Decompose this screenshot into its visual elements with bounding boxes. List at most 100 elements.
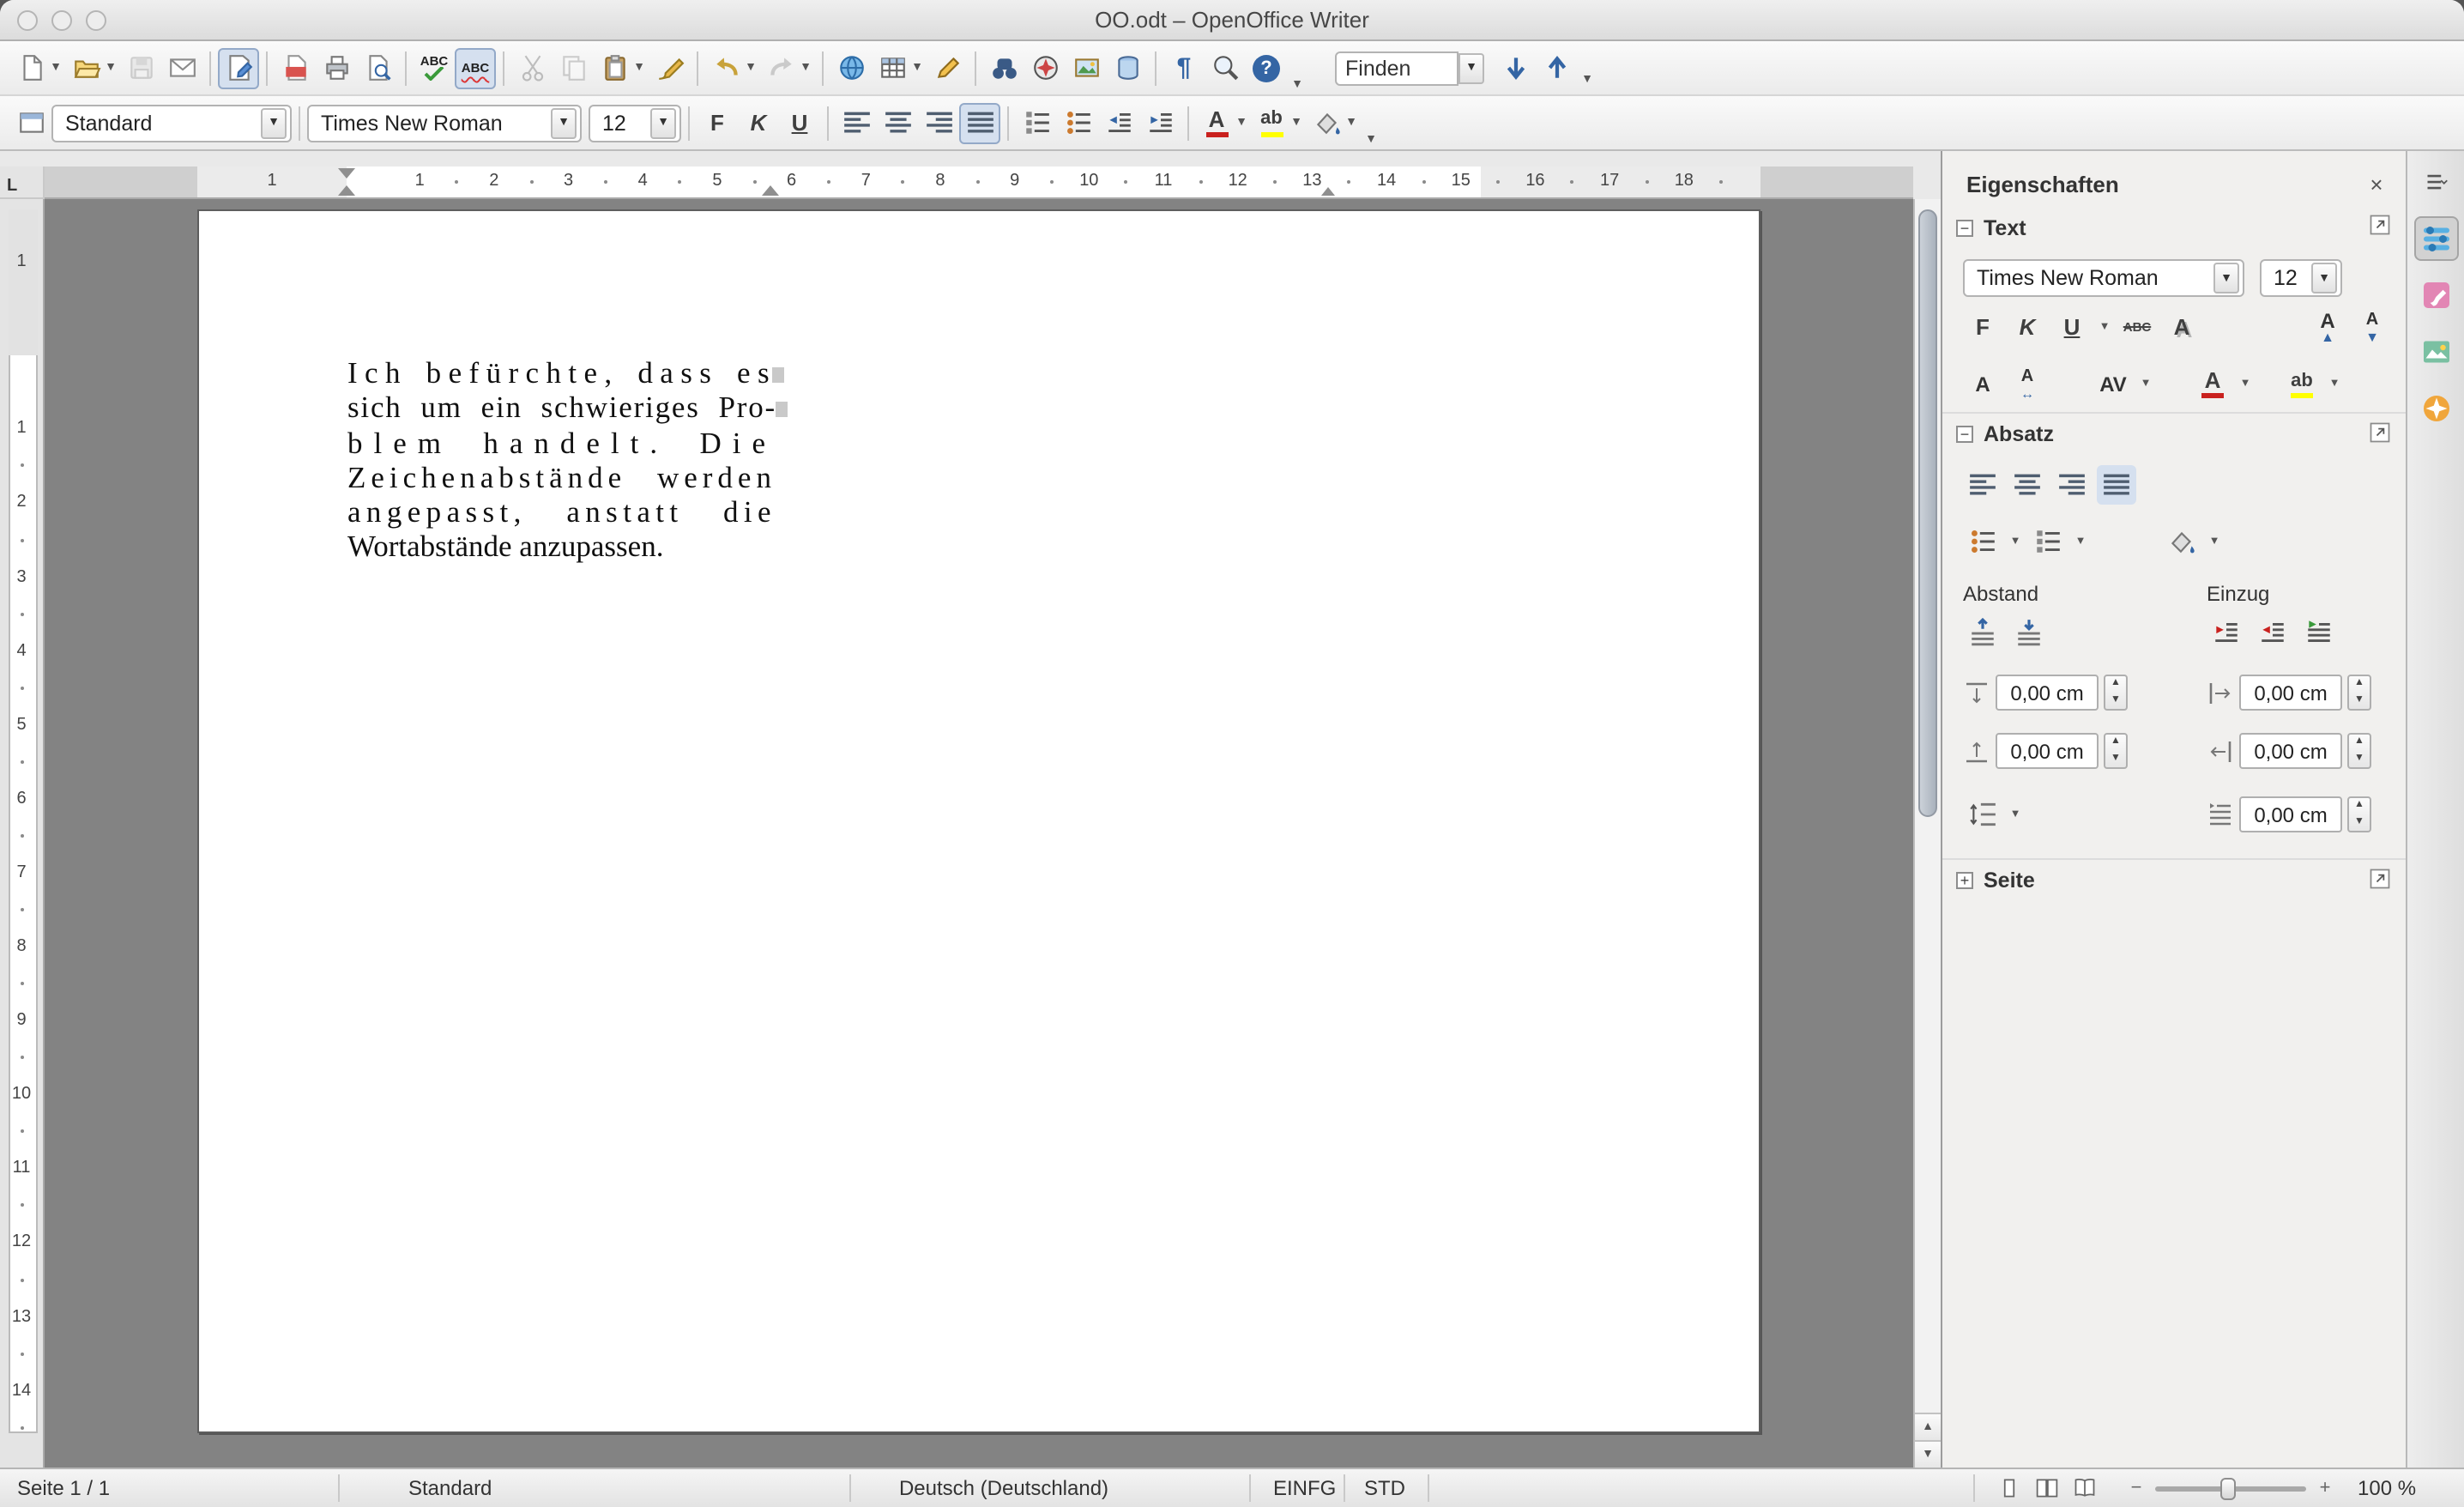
italic-button[interactable]: K xyxy=(738,102,779,143)
collapse-paragraph-section[interactable]: − xyxy=(1956,426,1973,443)
spacing-above-spinner[interactable]: ▲ ▼ xyxy=(2104,675,2128,711)
sidebar-tab-properties[interactable] xyxy=(2413,216,2458,261)
background-color-button[interactable] xyxy=(1306,102,1347,143)
decrease-font-size-button[interactable]: A ▼ xyxy=(2352,307,2392,347)
sidebar-font-name-select[interactable]: Times New Roman ▼ xyxy=(1963,259,2244,297)
numbered-list-button[interactable] xyxy=(1016,102,1057,143)
paragraph-text[interactable]: Ich befürchte, dass es sich um ein schwie… xyxy=(347,355,787,565)
find-dropdown[interactable]: ▼ xyxy=(1458,52,1484,83)
view-book-mode-button[interactable] xyxy=(2073,1469,2097,1507)
cut-button[interactable] xyxy=(511,47,553,88)
sidebar-italic-button[interactable]: K xyxy=(2008,307,2047,347)
sidebar-increase-indent-button[interactable] xyxy=(2207,613,2246,652)
sidebar-bullet-list-button[interactable] xyxy=(1963,522,2002,561)
email-document-button[interactable] xyxy=(161,47,202,88)
sidebar-tab-gallery[interactable] xyxy=(2413,330,2458,374)
page-preview-button[interactable] xyxy=(357,47,398,88)
first-line-indent-spinner[interactable]: ▲ ▼ xyxy=(2347,796,2371,832)
sidebar-menu-icon[interactable] xyxy=(2413,160,2458,204)
character-spacing-dropdown[interactable]: ▼ xyxy=(2138,378,2153,390)
open-button[interactable] xyxy=(65,47,106,88)
right-margin-marker[interactable] xyxy=(1321,187,1335,196)
bullet-list-button[interactable] xyxy=(1057,102,1098,143)
sidebar-justify-button[interactable] xyxy=(2097,465,2136,505)
spacing-below-field[interactable]: 0,00 cm xyxy=(1996,733,2099,769)
tab-stop-selector[interactable]: L xyxy=(0,166,45,199)
sidebar-align-left-button[interactable] xyxy=(1963,465,2002,505)
clone-formatting-button[interactable] xyxy=(649,47,690,88)
paragraph-background-dropdown[interactable]: ▼ xyxy=(2207,536,2222,548)
shadow-button[interactable]: A xyxy=(2162,307,2201,347)
highlight-color-button[interactable]: ab xyxy=(1251,102,1292,143)
collapse-text-section[interactable]: − xyxy=(1956,219,1973,236)
view-single-page-button[interactable] xyxy=(1997,1469,2021,1507)
sidebar-decrease-indent-button[interactable] xyxy=(2253,613,2292,652)
decrease-indent-button[interactable] xyxy=(1098,102,1139,143)
previous-page-button[interactable]: ▲ xyxy=(1915,1413,1941,1440)
status-page-number[interactable]: Seite 1 / 1 xyxy=(17,1469,110,1507)
zoom-out-button[interactable]: − xyxy=(2124,1476,2148,1500)
paragraph-dialog-launcher-icon[interactable] xyxy=(2368,420,2392,449)
indent-after-field[interactable]: 0,00 cm xyxy=(2239,733,2342,769)
find-toolbar-options-button[interactable]: ▼ xyxy=(1577,73,1597,85)
sidebar-numbered-list-button[interactable] xyxy=(2028,522,2068,561)
increase-spacing-button[interactable]: A xyxy=(1963,364,2002,403)
expand-page-section[interactable]: + xyxy=(1956,872,1973,889)
paragraph-style-dropdown-arrow[interactable]: ▼ xyxy=(261,107,287,138)
bold-button[interactable]: F xyxy=(697,102,738,143)
status-zoom-percent[interactable]: 100 % xyxy=(2358,1469,2416,1507)
font-name-select[interactable]: Times New Roman ▼ xyxy=(307,104,582,142)
insert-table-button[interactable] xyxy=(872,47,913,88)
left-indent-marker[interactable] xyxy=(337,185,354,196)
find-input[interactable] xyxy=(1335,51,1458,85)
autospellcheck-button[interactable]: ABC xyxy=(455,47,496,88)
spacing-below-spinner[interactable]: ▲ ▼ xyxy=(2104,733,2128,769)
character-spacing-button[interactable]: AV xyxy=(2093,364,2133,403)
strikethrough-button[interactable]: ABC xyxy=(2117,307,2157,347)
align-left-button[interactable] xyxy=(836,102,877,143)
navigator-button[interactable] xyxy=(1024,47,1066,88)
new-document-button[interactable] xyxy=(10,47,51,88)
export-pdf-button[interactable] xyxy=(275,47,316,88)
close-window-button[interactable] xyxy=(17,9,38,30)
redo-button[interactable] xyxy=(760,47,801,88)
status-insert-mode[interactable]: EINFG xyxy=(1273,1469,1336,1507)
sidebar-bold-button[interactable]: F xyxy=(1963,307,2002,347)
draw-functions-button[interactable] xyxy=(927,47,968,88)
view-multiple-pages-button[interactable] xyxy=(2035,1469,2059,1507)
numbered-list-dropdown[interactable]: ▼ xyxy=(2073,536,2088,548)
decrease-spacing-button[interactable]: A ↔ xyxy=(2008,364,2047,403)
paragraph-background-button[interactable] xyxy=(2162,522,2201,561)
align-right-button[interactable] xyxy=(918,102,959,143)
spacing-above-field[interactable]: 0,00 cm xyxy=(1996,675,2099,711)
underline-dropdown[interactable]: ▼ xyxy=(2097,321,2112,333)
decrease-paragraph-spacing-button[interactable] xyxy=(2009,613,2049,652)
paragraph-style-select[interactable]: Standard ▼ xyxy=(51,104,292,142)
justify-button[interactable] xyxy=(959,102,1000,143)
sidebar-font-dropdown-arrow[interactable]: ▼ xyxy=(2213,263,2239,294)
first-line-indent-marker[interactable] xyxy=(337,168,354,179)
indent-after-spinner[interactable]: ▲ ▼ xyxy=(2347,733,2371,769)
formatting-marks-button[interactable]: ¶ xyxy=(1163,47,1205,88)
edit-mode-button[interactable] xyxy=(218,47,259,88)
underline-button[interactable]: U xyxy=(779,102,820,143)
sidebar-font-color-dropdown[interactable]: ▼ xyxy=(2238,378,2253,390)
document-page[interactable]: Ich befürchte, dass es sich um ein schwie… xyxy=(196,209,1760,1433)
sidebar-align-right-button[interactable] xyxy=(2052,465,2092,505)
sidebar-tab-navigator[interactable] xyxy=(2413,386,2458,431)
find-replace-button[interactable] xyxy=(983,47,1024,88)
vertical-scrollbar[interactable]: ▲ ▼ xyxy=(1913,199,1941,1468)
scrollbar-thumb[interactable] xyxy=(1918,209,1937,817)
spellcheck-button[interactable]: ABC xyxy=(414,47,455,88)
toolbar-options-button[interactable]: ▼ xyxy=(1287,79,1307,91)
increase-font-size-button[interactable]: A ▲ xyxy=(2308,307,2347,347)
copy-button[interactable] xyxy=(553,47,594,88)
font-size-select[interactable]: 12 ▼ xyxy=(589,104,681,142)
formatting-toolbar-options-button[interactable]: ▼ xyxy=(1361,134,1381,146)
status-selection-mode[interactable]: STD xyxy=(1364,1469,1405,1507)
find-next-button[interactable] xyxy=(1495,47,1536,88)
line-spacing-button[interactable] xyxy=(1963,795,2002,834)
sidebar-highlight-button[interactable]: ab xyxy=(2282,364,2322,403)
sidebar-align-center-button[interactable] xyxy=(2008,465,2047,505)
line-spacing-dropdown[interactable]: ▼ xyxy=(2008,808,2023,820)
